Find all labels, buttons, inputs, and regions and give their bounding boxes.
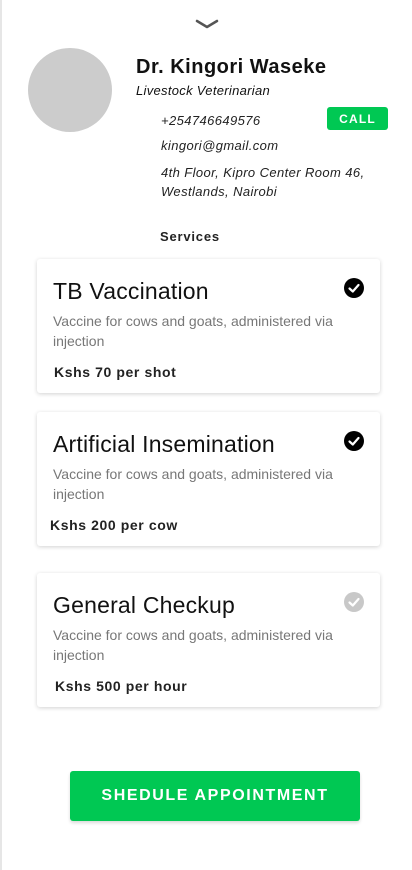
vet-email[interactable]: kingori@gmail.com [161,136,279,155]
vet-detail-sheet: Dr. Kingori Waseke Livestock Veterinaria… [0,0,412,870]
service-description: Vaccine for cows and goats, administered… [53,313,333,349]
chevron-down-icon[interactable] [192,16,222,32]
vet-phone[interactable]: +254746649576 [161,111,261,130]
schedule-appointment-button[interactable]: SHEDULE APPOINTMENT [70,771,360,821]
avatar [28,48,112,132]
service-price: Kshs 200 per cow [50,517,178,533]
service-price: Kshs 70 per shot [54,364,177,380]
call-button[interactable]: CALL [327,107,388,130]
service-card[interactable]: Artificial Insemination Vaccine for cows… [37,412,380,546]
service-title: Artificial Insemination [53,431,275,457]
vet-name: Dr. Kingori Waseke [136,56,327,78]
services-heading: Services [160,229,220,244]
vet-title: Livestock Veterinarian [136,83,271,98]
check-circle-icon[interactable] [343,277,365,299]
service-title: General Checkup [53,592,235,618]
service-card[interactable]: General Checkup Vaccine for cows and goa… [37,573,380,707]
check-circle-icon[interactable] [343,430,365,452]
check-circle-icon[interactable] [343,591,365,613]
service-card[interactable]: TB Vaccination Vaccine for cows and goat… [37,259,380,393]
service-price: Kshs 500 per hour [55,678,188,694]
vet-address: 4th Floor, Kipro Center Room 46, Westlan… [161,165,365,199]
service-description: Vaccine for cows and goats, administered… [53,466,333,502]
service-title: TB Vaccination [53,278,209,304]
service-description: Vaccine for cows and goats, administered… [53,627,333,663]
